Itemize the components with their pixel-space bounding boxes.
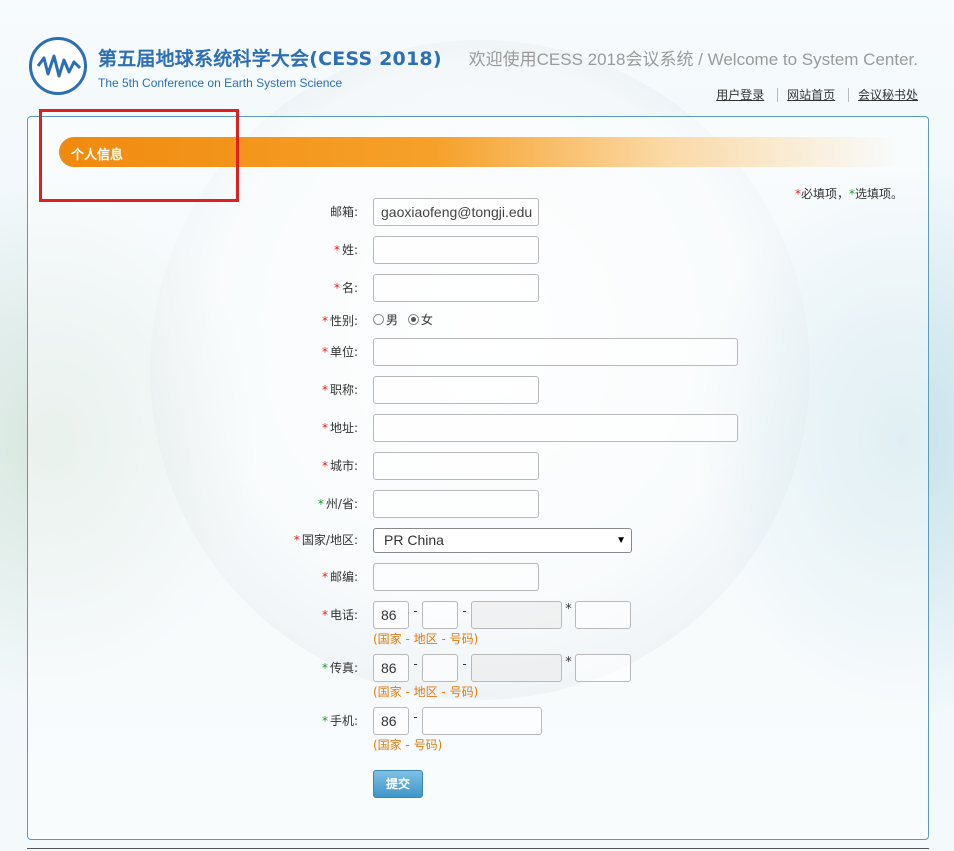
phone-area-code[interactable] — [422, 601, 458, 629]
secretariat-link[interactable]: 会议秘书处 — [847, 88, 918, 102]
zipcode-input[interactable] — [373, 563, 539, 591]
surname-label: * 姓: — [333, 243, 358, 257]
top-nav: 用户登录 网站首页 会议秘书处 — [707, 88, 918, 102]
state-input[interactable] — [373, 490, 539, 518]
phone-label: * 电话: — [321, 608, 358, 622]
gender-row: * 性别: 男 女 — [0, 307, 954, 328]
organization-label: * 单位: — [321, 345, 358, 359]
email-field[interactable]: gaoxiaofeng@tongji.edu — [373, 198, 539, 226]
welcome-text: 欢迎使用CESS 2018会议系统 / Welcome to System Ce… — [468, 50, 918, 69]
cess-logo-icon — [29, 37, 87, 95]
gender-female-label: 女 — [420, 313, 433, 327]
country-label: * 国家/地区: — [293, 533, 358, 547]
surname-input[interactable] — [373, 236, 539, 264]
login-link[interactable]: 用户登录 — [707, 88, 773, 102]
fax-area-code[interactable] — [422, 654, 458, 682]
required-legend-text: 必填项， — [800, 187, 849, 201]
state-label: * 州/省: — [317, 497, 358, 511]
mobile-number[interactable] — [422, 707, 542, 735]
highlight-box — [39, 109, 239, 202]
homepage-link[interactable]: 网站首页 — [777, 88, 844, 102]
mobile-label: * 手机: — [321, 714, 358, 728]
field-legend: *必填项，*选填项。 — [795, 185, 903, 202]
zipcode-label: * 邮编: — [321, 570, 358, 584]
mobile-country-code[interactable]: 86 — [373, 707, 409, 735]
footer-divider — [27, 848, 929, 849]
email-label: 邮箱: — [329, 205, 358, 219]
site-title: 第五届地球系统科学大会(CESS 2018) — [98, 48, 442, 70]
site-subtitle: The 5th Conference on Earth System Scien… — [98, 76, 343, 90]
phone-country-code[interactable]: 86 — [373, 601, 409, 629]
phone-extension[interactable] — [575, 601, 631, 629]
fax-label: * 传真: — [321, 661, 358, 675]
gender-male-label: 男 — [386, 313, 399, 327]
country-select[interactable]: PR China ▼ — [373, 528, 632, 553]
title-label: * 职称: — [321, 383, 358, 397]
gender-label: * 性别: — [321, 314, 358, 328]
city-label: * 城市: — [321, 459, 358, 473]
phone-number[interactable] — [471, 601, 562, 629]
given-name-label: * 名: — [333, 281, 358, 295]
phone-format-hint: (国家 - 地区 - 号码) — [373, 632, 479, 646]
fax-number[interactable] — [471, 654, 562, 682]
given-name-input[interactable] — [373, 274, 539, 302]
city-input[interactable] — [373, 452, 539, 480]
dropdown-arrow-icon: ▼ — [616, 535, 626, 546]
site-header: 第五届地球系统科学大会(CESS 2018) The 5th Conferenc… — [0, 0, 954, 115]
fax-extension[interactable] — [575, 654, 631, 682]
submit-button[interactable]: 提交 — [373, 770, 423, 798]
title-input[interactable] — [373, 376, 539, 404]
organization-input[interactable] — [373, 338, 738, 366]
address-input[interactable] — [373, 414, 738, 442]
gender-male-radio[interactable] — [373, 314, 384, 325]
address-label: * 地址: — [321, 421, 358, 435]
optional-legend-text: 选填项。 — [854, 187, 903, 201]
fax-country-code[interactable]: 86 — [373, 654, 409, 682]
mobile-format-hint: (国家 - 号码) — [373, 738, 443, 752]
fax-format-hint: (国家 - 地区 - 号码) — [373, 685, 479, 699]
gender-female-radio[interactable] — [407, 314, 419, 325]
